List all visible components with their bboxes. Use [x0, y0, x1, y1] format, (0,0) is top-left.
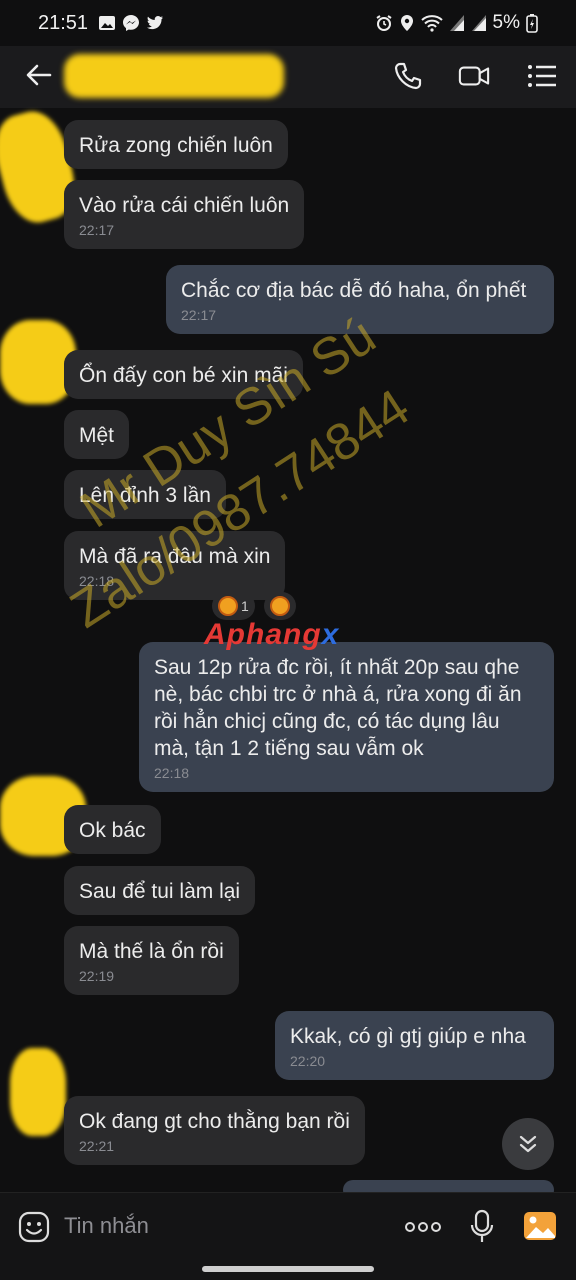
- signal-icon: [471, 15, 486, 31]
- status-time: 21:51: [38, 12, 89, 34]
- status-bar: 21:51 5%: [0, 0, 576, 46]
- laugh-emoji-icon: [218, 596, 238, 616]
- message-text: Mệt: [79, 424, 115, 447]
- back-arrow-icon[interactable]: [24, 60, 54, 90]
- message-text: Mà đã ra đâu mà xin: [79, 545, 271, 568]
- message-incoming[interactable]: Ok bác: [64, 805, 161, 854]
- message-incoming[interactable]: Rửa zong chiến luôn: [64, 120, 288, 169]
- message-text: Ok đang gt cho thằng bạn rồi: [79, 1110, 350, 1133]
- more-icon[interactable]: [404, 1221, 442, 1233]
- double-chevron-down-icon: [519, 1135, 537, 1153]
- message-input-bar: Tin nhắn: [0, 1192, 576, 1260]
- microphone-icon[interactable]: [470, 1209, 494, 1245]
- message-text: Ok bác: [79, 819, 146, 842]
- menu-list-icon[interactable]: [526, 60, 558, 92]
- message-incoming[interactable]: Mà thế là ổn rồi 22:19: [64, 926, 239, 995]
- laugh-emoji-icon: [270, 596, 290, 616]
- messenger-icon: [123, 15, 139, 31]
- message-outgoing[interactable]: Kkak, có gì gtj giúp e nha 22:20: [275, 1011, 554, 1080]
- message-incoming[interactable]: Mệt: [64, 410, 130, 459]
- emoji-icon[interactable]: [18, 1211, 50, 1243]
- message-text: Chắc cơ địa bác dễ đó haha, ổn phết: [181, 279, 527, 302]
- message-time: 22:20: [290, 1053, 326, 1069]
- avatar-censored: [10, 1048, 66, 1136]
- message-incoming[interactable]: Lên đỉnh 3 lần: [64, 470, 226, 519]
- message-incoming[interactable]: Mà đã ra đâu mà xin 22:18: [64, 531, 286, 600]
- brand-watermark: Aphangx: [204, 618, 339, 652]
- brand-a: Aphang: [204, 618, 322, 651]
- message-time: 22:17: [79, 222, 115, 238]
- message-time: 22:18: [154, 765, 190, 781]
- phone-icon[interactable]: [392, 60, 424, 92]
- message-incoming[interactable]: Sau để tui làm lại: [64, 866, 256, 915]
- home-gesture-handle[interactable]: [202, 1266, 374, 1272]
- battery-icon: [526, 14, 538, 33]
- message-text: Sau để tui làm lại: [79, 880, 241, 903]
- battery-percent: 5%: [492, 12, 520, 33]
- signal-icon: [449, 15, 464, 31]
- message-time: 22:18: [79, 573, 115, 589]
- brand-b: x: [321, 618, 340, 651]
- gallery-icon: [99, 16, 115, 30]
- image-icon[interactable]: [522, 1209, 558, 1245]
- message-text: Rửa zong chiến luôn: [79, 134, 273, 157]
- reaction-badge[interactable]: 1: [212, 592, 255, 620]
- message-time: 22:19: [79, 968, 115, 984]
- message-time: 22:17: [181, 307, 217, 323]
- message-outgoing[interactable]: Chắc cơ địa bác dễ đó haha, ổn phết 22:1…: [166, 265, 554, 334]
- message-text: Ổn đấy con bé xin mãi: [79, 364, 288, 387]
- message-input[interactable]: Tin nhắn: [64, 1213, 149, 1239]
- message-text: Sau 12p rửa đc rồi, ít nhất 20p sau qhe …: [154, 656, 522, 760]
- contact-name-censored[interactable]: [64, 54, 284, 98]
- video-call-icon[interactable]: [458, 60, 490, 92]
- scroll-to-bottom-button[interactable]: [502, 1118, 554, 1170]
- reaction-count: 1: [241, 598, 249, 614]
- system-nav-bar: [0, 1260, 576, 1280]
- message-text: Vào rửa cái chiến luôn: [79, 194, 290, 217]
- twitter-icon: [147, 16, 163, 30]
- add-reaction-button[interactable]: [264, 592, 296, 620]
- message-text: Kkak, có gì gtj giúp e nha: [290, 1025, 526, 1048]
- location-icon: [400, 15, 413, 31]
- wifi-icon: [420, 15, 443, 32]
- message-text: Lên đỉnh 3 lần: [79, 484, 211, 507]
- alarm-icon: [375, 15, 392, 31]
- message-outgoing[interactable]: Sau 12p rửa đc rồi, ít nhất 20p sau qhe …: [139, 642, 554, 792]
- message-text: Mà thế là ổn rồi: [79, 940, 224, 963]
- chat-header: [0, 46, 576, 108]
- message-incoming[interactable]: Ok đang gt cho thằng bạn rồi 22:21: [64, 1096, 365, 1165]
- message-incoming[interactable]: Vào rửa cái chiến luôn 22:17: [64, 180, 305, 249]
- message-time: 22:21: [79, 1138, 115, 1154]
- message-incoming[interactable]: Ổn đấy con bé xin mãi: [64, 350, 303, 399]
